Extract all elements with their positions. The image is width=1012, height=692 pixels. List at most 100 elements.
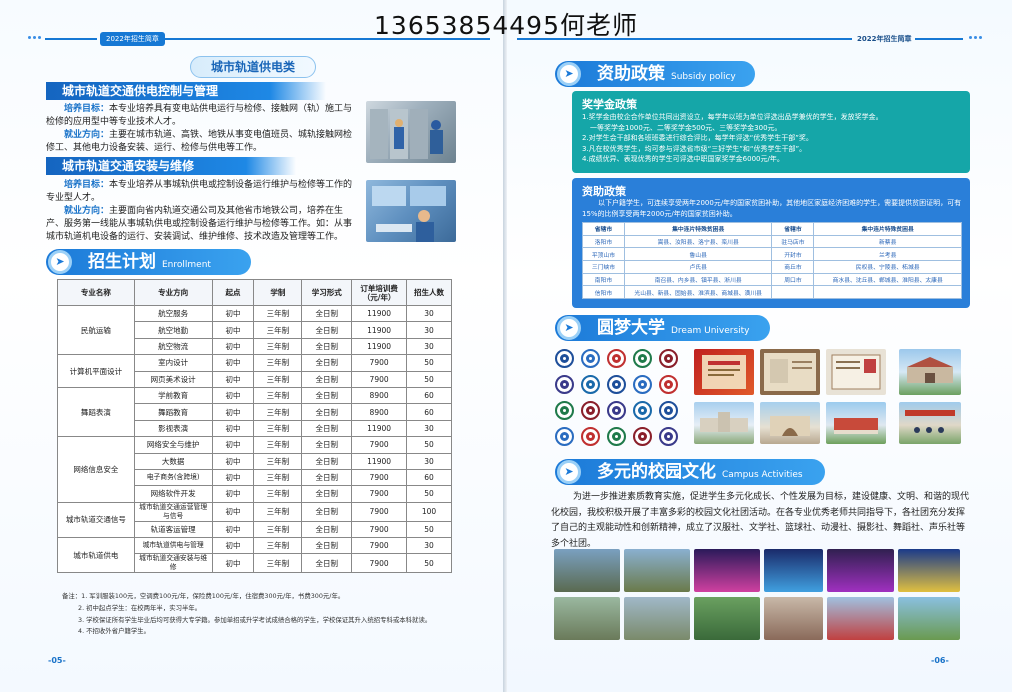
table-cell: 全日制 — [301, 485, 353, 503]
enrollment-plan-title: ➤ 招生计划Enrollment plan — [46, 249, 251, 299]
table-cell: 30 — [406, 537, 452, 555]
table-cell: 卢氏县 — [623, 260, 773, 274]
table-cell: 全日制 — [301, 403, 353, 421]
university-logo-icon — [581, 375, 600, 394]
table-cell: 初中 — [211, 337, 255, 356]
control-room-photo — [366, 180, 456, 242]
table-cell: 三年制 — [253, 304, 303, 323]
table-cell: 全日制 — [301, 537, 353, 555]
table-row: 民航运输 航空服务 初中 三年制 全日制 11900 30 — [57, 304, 452, 356]
table-cell: 初中 — [211, 321, 255, 339]
university-logo-icon — [581, 349, 600, 368]
activity-photo — [694, 549, 760, 592]
table-cell: 兰考县 — [813, 247, 962, 262]
major-name-cell: 网络信息安全 — [57, 436, 135, 503]
university-logo-icon — [581, 427, 600, 446]
certificate-photo — [694, 349, 754, 395]
table-cell: 三年制 — [253, 537, 303, 555]
university-logo-icon — [607, 427, 626, 446]
table-cell: 7900 — [351, 537, 408, 555]
students-gate-photo — [899, 402, 961, 444]
table-cell: 舞蹈教育 — [133, 403, 213, 421]
table-cell: 商水县、沈丘县、郸城县、淮阳县、太康县 — [813, 272, 962, 287]
university-logo-icon — [659, 401, 678, 420]
col-header: 招生人数 — [406, 279, 452, 306]
table-cell: 初中 — [211, 419, 255, 438]
activity-photo — [694, 597, 760, 640]
table-cell: 三年制 — [253, 501, 303, 522]
scholarship-line: 4.成绩优异、表现优秀的学生可评选中职国家奖学金6000元/年。 — [582, 155, 784, 163]
campus-gate-photo — [760, 402, 820, 444]
page-number-left: -05- — [48, 656, 66, 665]
activity-photo — [827, 549, 894, 592]
aid-text: 以下户籍学生，可连续享受两年2000元/年的国家贫困补助，其他地区家庭经济困难的… — [582, 199, 962, 218]
table-cell: 驻马店市 — [771, 234, 815, 249]
poverty-county-table: 省辖市 集中连片特殊贫困县 省辖市 集中连片特殊贫困县 洛阳市 嵩县、汝阳县、洛宁… — [582, 222, 962, 300]
table-cell: 7900 — [351, 501, 408, 522]
table-cell: 三年制 — [253, 337, 303, 356]
arrow-circle-icon: ➤ — [48, 250, 72, 274]
table-cell: 50 — [406, 436, 452, 454]
table-row: 舞蹈表演 学前教育 初中 三年制 全日制 8900 60 — [57, 386, 452, 438]
table-cell: 初中 — [211, 436, 255, 454]
table-cell: 航空物流 — [133, 337, 213, 356]
table-cell: 南阳市 — [582, 272, 625, 287]
table-cell: 三年制 — [253, 386, 303, 405]
activity-photo — [554, 549, 620, 592]
table-cell: 初中 — [211, 304, 255, 323]
table-cell: 三年制 — [253, 468, 303, 487]
table-cell: 30 — [406, 321, 452, 339]
table-cell: 初中 — [211, 553, 255, 574]
table-cell: 洛阳市 — [582, 234, 625, 249]
table-cell: 学前教育 — [133, 386, 213, 405]
table-cell: 全日制 — [301, 337, 353, 356]
major-2-desc: 培养目标：本专业培养从事城轨供电或控制设备运行维护与检修等工作的专业型人才。 就… — [46, 180, 353, 242]
table-cell: 全日制 — [301, 520, 353, 539]
table-cell: 60 — [406, 468, 452, 487]
scholarship-line: 1.奖学金由校企合作单位共同出资设立，每学年以班为单位评选出品学兼优的学生，发放… — [582, 113, 883, 121]
table-cell: 航空服务 — [133, 304, 213, 323]
diploma-photo-2 — [826, 349, 886, 395]
table-cell: 11900 — [351, 337, 408, 356]
subsidy-title: ➤ 资助政策 Subsidy policy — [555, 61, 755, 87]
table-cell: 7900 — [351, 520, 408, 539]
university-logo-icon — [633, 401, 652, 420]
table-cell: 全日制 — [301, 386, 353, 405]
university-logo-icon — [607, 401, 626, 420]
table-cell: 初中 — [211, 520, 255, 539]
col-header: 学制 — [253, 279, 303, 306]
power-station-photo — [366, 101, 456, 163]
table-cell: 南召县、内乡县、镇平县、淅川县 — [623, 272, 773, 287]
university-logo-icon — [633, 427, 652, 446]
activity-photo — [764, 549, 823, 592]
table-cell: 8900 — [351, 386, 408, 405]
table-cell: 7900 — [351, 468, 408, 487]
table-cell: 影视表演 — [133, 419, 213, 438]
table-cell: 大数据 — [133, 452, 213, 470]
campus-text: 为进一步推进素质教育实施，促进学生多元化成长、个性发展为目标，建设健康、文明、和… — [551, 492, 970, 549]
table-cell: 三年制 — [253, 419, 303, 438]
arrow-circle-icon: ➤ — [557, 62, 581, 86]
table-cell: 全日制 — [301, 436, 353, 454]
table-cell: 11900 — [351, 304, 408, 323]
campus-building-photo-2 — [694, 402, 754, 444]
table-cell: 室内设计 — [133, 354, 213, 372]
campus-building-photo-3 — [826, 402, 886, 444]
table-cell: 三年制 — [253, 436, 303, 454]
major-name-cell: 城市轨道供电 — [57, 537, 135, 574]
table-cell: 全日制 — [301, 501, 353, 522]
major-name-cell: 城市轨道交通信号 — [57, 501, 135, 539]
table-cell: 初中 — [211, 501, 255, 522]
col-header: 集中连片特殊贫困县 — [813, 222, 962, 236]
table-cell: 50 — [406, 485, 452, 503]
col-header: 起点 — [211, 279, 255, 306]
aid-title: 资助政策 — [582, 185, 626, 198]
scholarship-line: 一等奖学金1000元、二等奖学金500元、三等奖学金300元。 — [590, 123, 782, 132]
table-cell: 全日制 — [301, 370, 353, 388]
university-logo-icon — [607, 349, 626, 368]
table-cell: 城市轨道供电与管理 — [133, 537, 213, 555]
table-cell: 民权县、宁陵县、柘城县 — [813, 260, 962, 274]
major-name-cell: 民航运输 — [57, 304, 135, 356]
table-cell: 三年制 — [253, 520, 303, 539]
table-cell: 三门峡市 — [582, 260, 625, 274]
